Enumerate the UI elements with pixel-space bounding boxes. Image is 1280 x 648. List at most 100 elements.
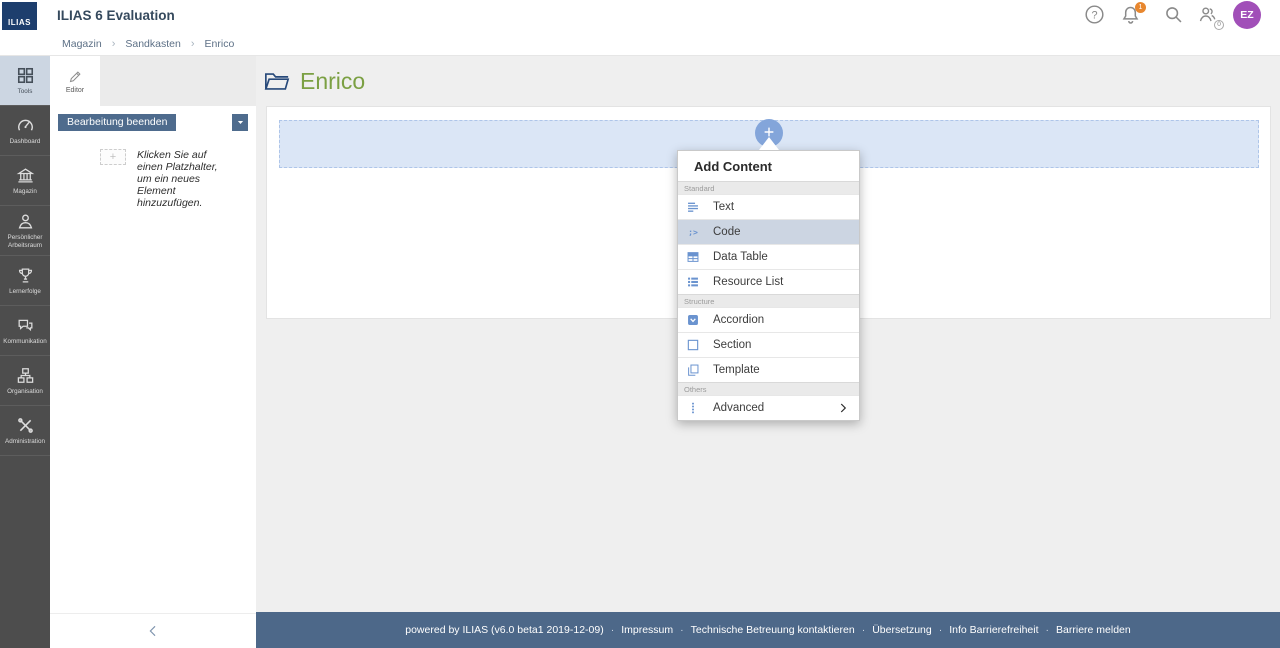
code-icon <box>686 225 700 239</box>
panel-collapse-button[interactable] <box>50 613 256 648</box>
sidebar-item-label: Kommunikation <box>3 337 47 345</box>
menu-section-label: Structure <box>684 296 715 306</box>
menu-section-label: Standard <box>684 183 715 193</box>
app-title: ILIAS 6 Evaluation <box>57 8 175 23</box>
ilias-logo-text: ILIAS <box>8 18 31 27</box>
add-content-menu: Add Content Standard Text Code Data Tabl… <box>677 150 860 421</box>
page-title-block: Enrico <box>264 68 365 95</box>
menu-section-standard: Standard <box>678 181 859 194</box>
menu-item-label: Text <box>713 201 735 213</box>
orgchart-icon <box>16 366 35 385</box>
footer-link-info-barrierefreiheit[interactable]: Info Barrierefreiheit <box>949 624 1038 636</box>
crossed-tools-icon <box>16 416 35 435</box>
menu-item-text[interactable]: Text <box>678 194 859 219</box>
template-icon <box>686 363 700 377</box>
footer-separator: · <box>680 624 684 636</box>
menu-item-label: Section <box>713 339 752 351</box>
breadcrumb-item-magazin[interactable]: Magazin <box>62 38 102 50</box>
sidebar-item-magazin[interactable]: Magazin <box>0 156 50 206</box>
chat-icon <box>16 316 35 335</box>
grid-icon <box>16 66 35 85</box>
menu-item-label: Template <box>713 364 760 376</box>
tab-editor-label: Editor <box>65 86 85 94</box>
add-content-menu-body: Standard Text Code Data Table Resource L… <box>678 181 859 420</box>
dots-vertical-icon <box>686 401 700 415</box>
footer-link-übersetzung[interactable]: Übersetzung <box>872 624 932 636</box>
main-sidebar: Tools Dashboard Magazin Persönlicher Arb… <box>0 56 50 648</box>
section-icon <box>686 338 700 352</box>
finish-editing-dropdown-toggle[interactable] <box>232 114 248 131</box>
footer-link-technische-betreuung-kontaktieren[interactable]: Technische Betreuung kontaktieren <box>691 624 855 636</box>
caret-down-icon <box>236 118 245 127</box>
add-content-menu-title: Add Content <box>694 159 772 174</box>
editor-hint-text: Klicken Sie auf einen Platzhalter, um ei… <box>137 149 218 210</box>
sidebar-item-administration[interactable]: Administration <box>0 406 50 456</box>
sidebar-item-label: Organisation <box>7 387 43 395</box>
notification-badge: 1 <box>1135 2 1146 13</box>
sidebar-item-label: Lernerfolge <box>9 287 41 295</box>
chevron-right-icon <box>837 402 849 414</box>
menu-item-template[interactable]: Template <box>678 357 859 382</box>
sidebar-item-tools[interactable]: Tools <box>0 56 50 106</box>
menu-item-section[interactable]: Section <box>678 332 859 357</box>
help-circle-icon <box>1084 4 1105 25</box>
menu-section-structure: Structure <box>678 294 859 307</box>
text-lines-icon <box>686 200 700 214</box>
search-icon <box>1163 4 1184 25</box>
sidebar-item-dashboard[interactable]: Dashboard <box>0 106 50 156</box>
menu-item-label: Advanced <box>713 402 765 414</box>
finish-editing-button[interactable]: Bearbeitung beenden <box>58 114 177 131</box>
footer: powered by ILIAS (v6.0 beta1 2019-12-09)… <box>256 612 1280 648</box>
footer-separator: · <box>610 624 615 636</box>
sidebar-item-lernerfolge[interactable]: Lernerfolge <box>0 256 50 306</box>
search-button[interactable] <box>1161 4 1185 28</box>
menu-item-accordion[interactable]: Accordion <box>678 307 859 332</box>
menu-caret <box>759 137 779 150</box>
editor-actions: Bearbeitung beenden <box>58 114 248 131</box>
sidebar-item-label: Magazin <box>13 187 37 195</box>
footer-link-barriere-melden[interactable]: Barriere melden <box>1056 624 1131 636</box>
ilias-logo[interactable]: ILIAS <box>2 2 37 30</box>
menu-item-resource-list[interactable]: Resource List <box>678 269 859 294</box>
sidebar-item-kommunikation[interactable]: Kommunikation <box>0 306 50 356</box>
notifications-button[interactable]: 1 <box>1118 2 1146 28</box>
folder-icon <box>264 71 290 92</box>
menu-item-code[interactable]: Code <box>678 219 859 244</box>
menu-item-label: Data Table <box>713 251 768 263</box>
accordion-icon <box>686 313 700 327</box>
contacts-button[interactable]: 0 <box>1195 4 1224 30</box>
editor-tabbar: Editor <box>50 56 256 106</box>
editor-hint-row: + Klicken Sie auf einen Platzhalter, um … <box>50 149 256 209</box>
menu-section-others: Others <box>678 382 859 395</box>
breadcrumb-item-enrico[interactable]: Enrico <box>205 38 235 50</box>
menu-section-label: Others <box>684 384 707 394</box>
contacts-badge: 0 <box>1214 20 1224 30</box>
pencil-icon <box>68 69 83 84</box>
menu-item-label: Accordion <box>713 314 765 326</box>
footer-link-impressum[interactable]: Impressum <box>621 624 673 636</box>
plus-glyph: + <box>109 151 117 163</box>
menu-item-data-table[interactable]: Data Table <box>678 244 859 269</box>
sidebar-item-label: Persönlicher Arbeitsraum <box>7 233 43 249</box>
help-button[interactable] <box>1082 4 1106 28</box>
chevron-left-icon <box>146 624 160 638</box>
breadcrumb-item-sandkasten[interactable]: Sandkasten <box>125 38 180 50</box>
data-table-icon <box>686 250 700 264</box>
editor-panel: Editor Bearbeitung beenden + Klicken Sie… <box>50 56 256 648</box>
sidebar-item-label: Dashboard <box>9 137 41 145</box>
person-icon <box>16 212 35 231</box>
footer-separator: · <box>938 624 943 636</box>
sidebar-item-arbeitsraum[interactable]: Persönlicher Arbeitsraum <box>0 206 50 256</box>
menu-item-label: Code <box>713 226 741 238</box>
breadcrumb-separator: › <box>111 37 116 50</box>
breadcrumb: Magazin › Sandkasten › Enrico <box>62 32 234 55</box>
tab-editor[interactable]: Editor <box>50 56 100 106</box>
user-avatar[interactable]: EZ <box>1233 1 1261 29</box>
sidebar-item-label: Tools <box>17 87 33 95</box>
gauge-icon <box>16 116 35 135</box>
placeholder-add-box[interactable]: + <box>100 149 126 165</box>
sidebar-item-organisation[interactable]: Organisation <box>0 356 50 406</box>
menu-item-advanced[interactable]: Advanced <box>678 395 859 420</box>
breadcrumb-bar: Magazin › Sandkasten › Enrico <box>0 32 1280 56</box>
sidebar-item-label: Administration <box>5 437 45 445</box>
